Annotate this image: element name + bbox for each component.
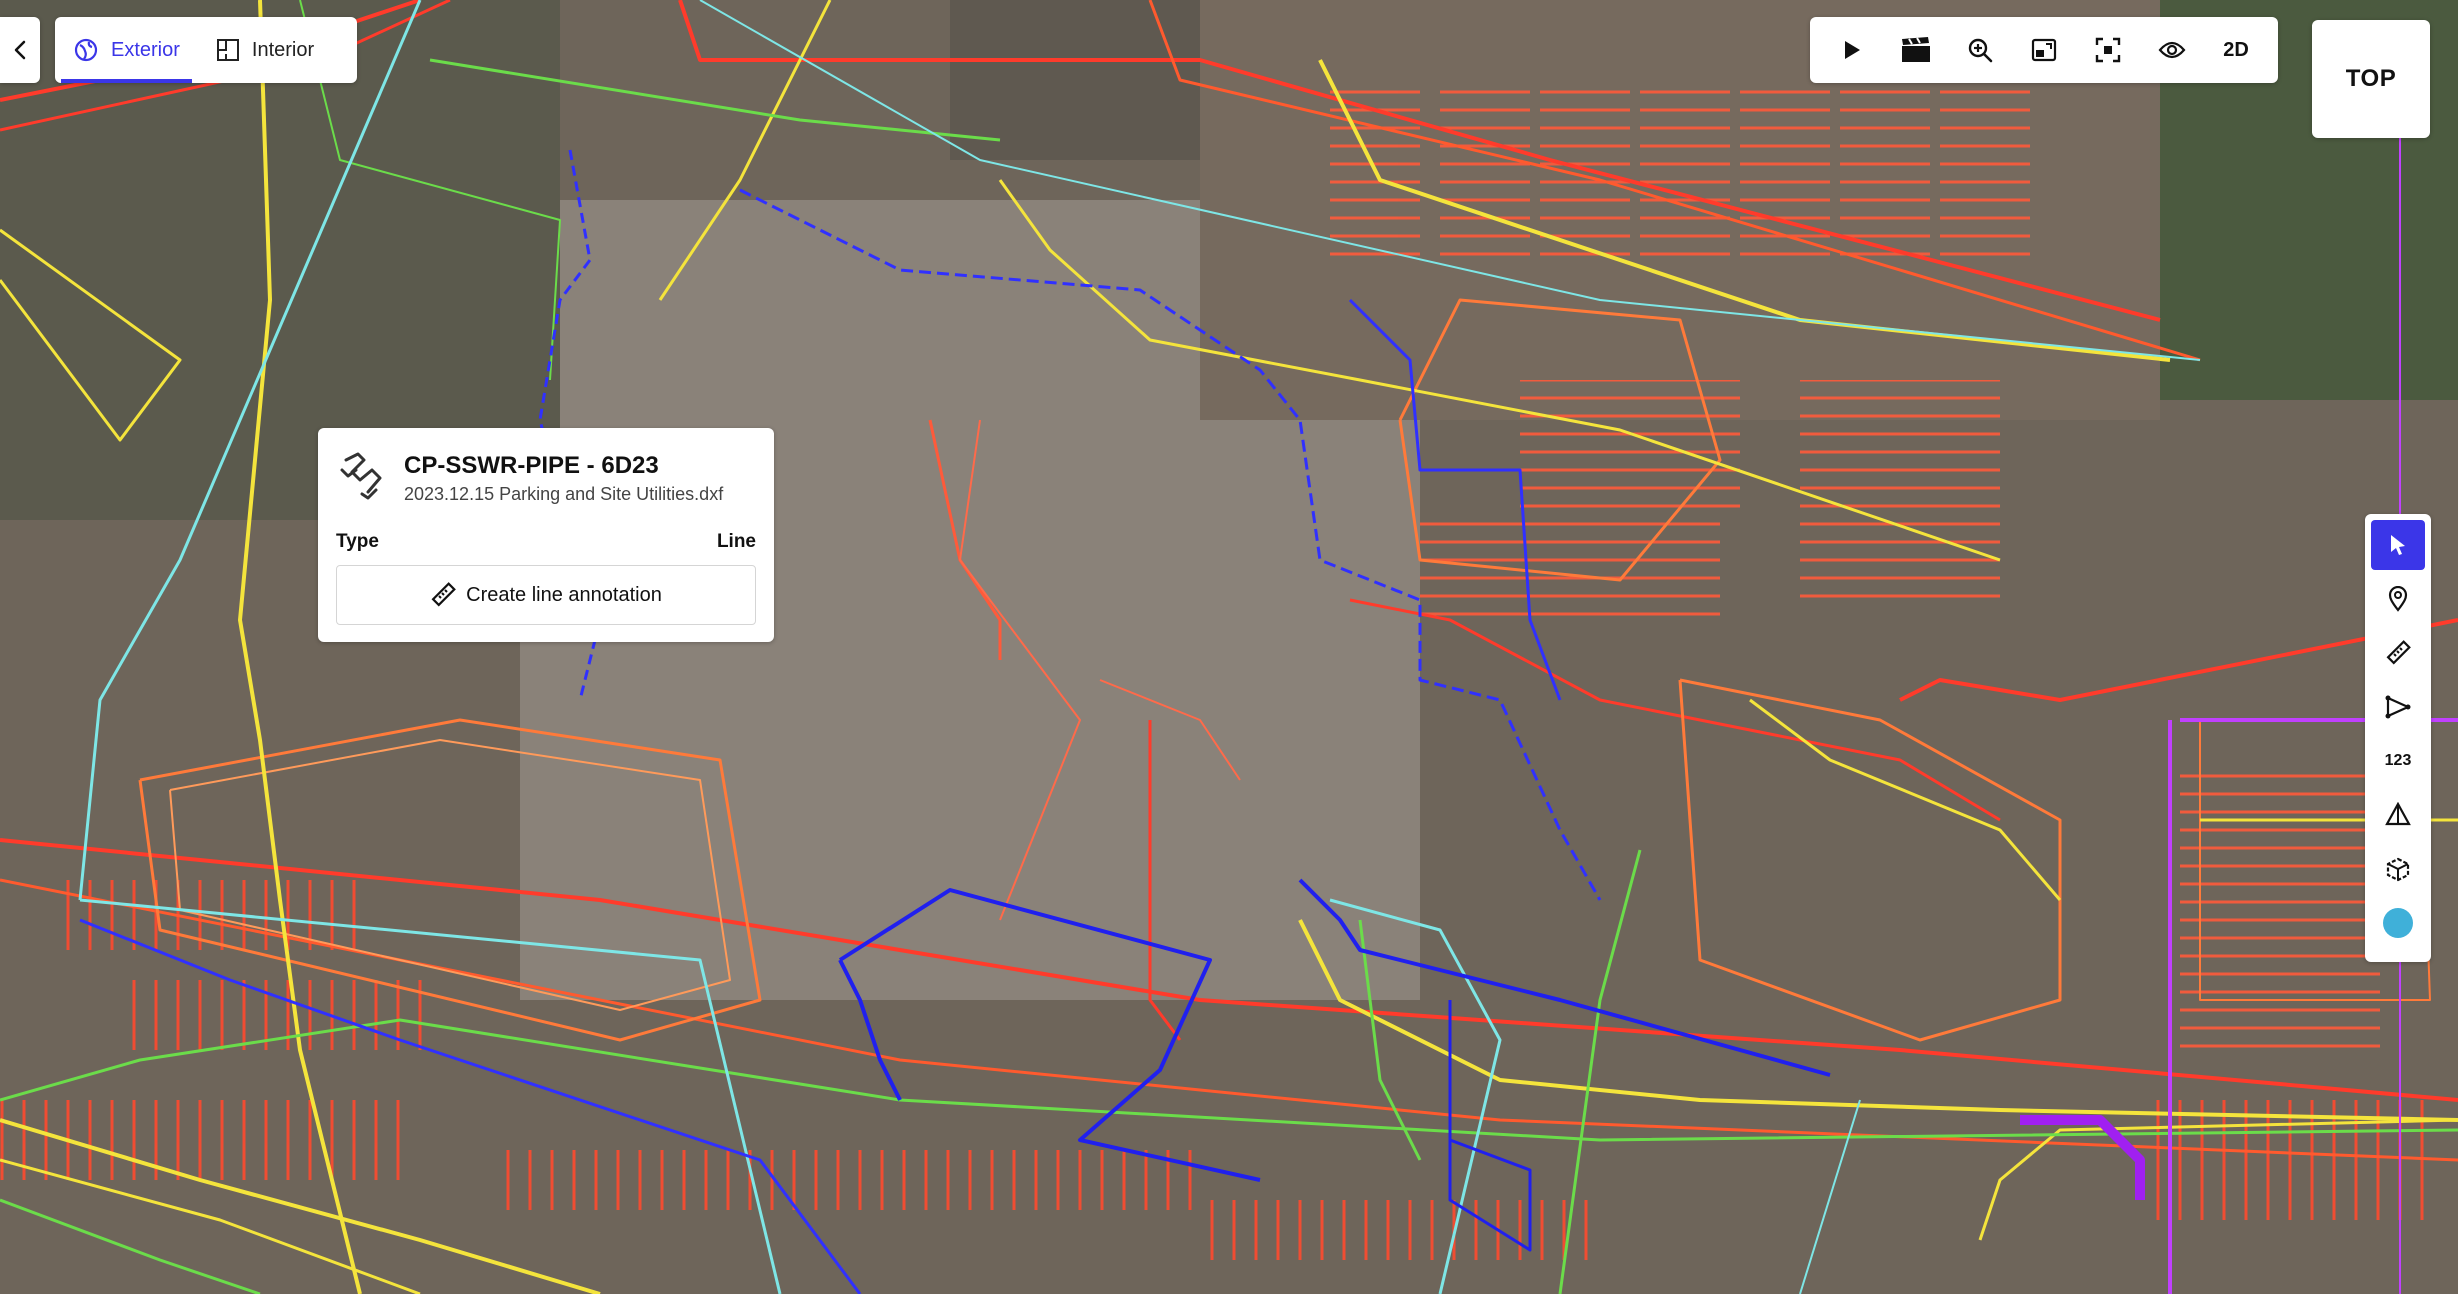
globe-icon: [74, 38, 98, 62]
tab-exterior-label: Exterior: [111, 38, 180, 61]
cube-3d-icon: [2386, 857, 2410, 882]
view-tabs: Exterior Interior: [55, 17, 357, 83]
back-button[interactable]: [0, 17, 40, 83]
create-line-annotation-label: Create line annotation: [466, 583, 662, 606]
floorplan-icon: [216, 39, 239, 61]
minimap-icon: [2031, 38, 2057, 62]
zoom-button[interactable]: [1954, 24, 2006, 76]
mode-2d-button[interactable]: 2D: [2210, 24, 2262, 76]
view-toolbar: 2D: [1810, 17, 2278, 83]
play-icon: [1845, 41, 1860, 59]
measure-tool[interactable]: [2371, 628, 2425, 678]
zoom-in-icon: [1968, 38, 1993, 63]
minimap-button[interactable]: [2018, 24, 2070, 76]
fit-view-button[interactable]: [2082, 24, 2134, 76]
numbering-icon: 123: [2384, 752, 2412, 769]
layer-info-popup: CP-SSWR-PIPE - 6D23 2023.12.15 Parking a…: [318, 428, 774, 642]
color-swatch-icon: [2383, 908, 2413, 938]
model-tool[interactable]: [2371, 844, 2425, 894]
color-picker-tool[interactable]: [2371, 898, 2425, 948]
type-label: Type: [336, 531, 379, 552]
pipe-layer-icon: [340, 452, 382, 500]
pin-icon: [2388, 586, 2408, 612]
volume-tool[interactable]: [2371, 790, 2425, 840]
tab-exterior[interactable]: Exterior: [55, 17, 198, 83]
polyline-icon: [2385, 695, 2411, 719]
view-cube-top[interactable]: TOP: [2312, 20, 2430, 138]
eye-icon: [2158, 41, 2186, 59]
right-tool-palette: 123: [2365, 514, 2431, 962]
pin-tool[interactable]: [2371, 574, 2425, 624]
tab-interior[interactable]: Interior: [198, 17, 332, 83]
type-value: Line: [716, 531, 756, 552]
create-line-annotation-button[interactable]: Create line annotation: [336, 565, 756, 625]
type-row: Type Line: [336, 531, 756, 553]
cursor-icon: [2391, 535, 2405, 555]
pyramid-icon: [2385, 802, 2411, 826]
play-button[interactable]: [1826, 24, 1878, 76]
clapperboard-icon: [1902, 37, 1930, 62]
numbering-tool[interactable]: 123: [2371, 736, 2425, 786]
polyline-tool[interactable]: [2371, 682, 2425, 732]
layer-title: CP-SSWR-PIPE - 6D23: [404, 452, 659, 479]
ruler-icon: [431, 582, 457, 607]
ruler-icon: [2386, 640, 2411, 665]
layer-source-file: 2023.12.15 Parking and Site Utilities.dx…: [404, 484, 724, 504]
fit-view-icon: [2095, 37, 2121, 63]
site-map[interactable]: [0, 0, 2458, 1294]
visibility-button[interactable]: [2146, 24, 2198, 76]
tab-interior-label: Interior: [251, 38, 315, 61]
select-tool[interactable]: [2371, 520, 2425, 570]
chevron-left-icon: [14, 40, 26, 60]
walkthrough-button[interactable]: [1890, 24, 1942, 76]
